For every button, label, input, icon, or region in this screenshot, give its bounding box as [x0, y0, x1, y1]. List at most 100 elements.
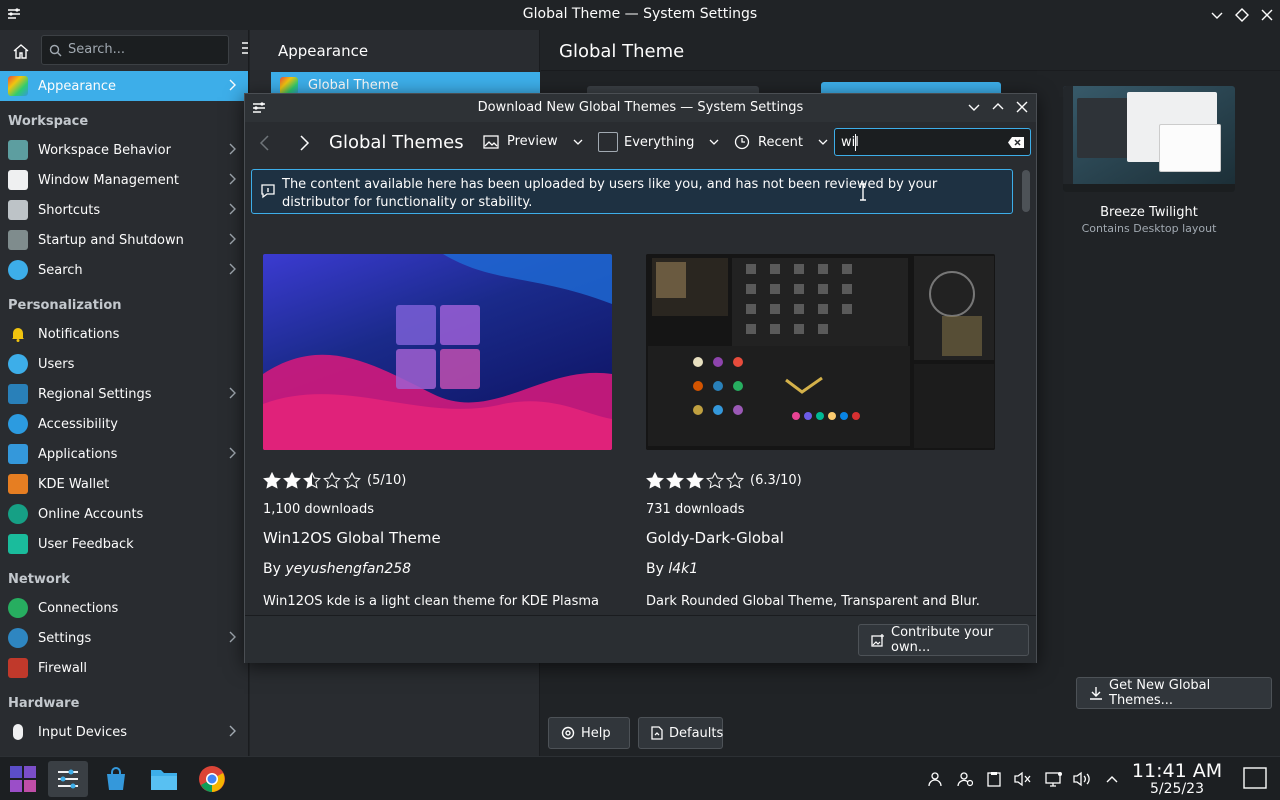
sidebar-search-input[interactable]: Search...	[41, 35, 229, 65]
by-prefix: By	[646, 561, 664, 577]
star-empty-icon	[706, 472, 724, 489]
rating-win12os: (5/10)	[263, 472, 406, 489]
contribute-label: Contribute your own...	[891, 625, 994, 655]
star-empty-icon	[343, 472, 361, 489]
chevron-right-icon	[229, 173, 236, 185]
sidebar-item-users[interactable]: Users	[0, 349, 248, 379]
sidebar-item-appearance[interactable]: Appearance	[0, 71, 248, 101]
volume-icon[interactable]	[1073, 769, 1093, 789]
author-name: yeyushengfan258	[285, 561, 412, 577]
sidebar-item-notifications[interactable]: Notifications	[0, 319, 248, 349]
dialog-minimize-button[interactable]	[967, 100, 981, 118]
section-workspace: Workspace	[8, 114, 89, 129]
clock-time[interactable]: 11:41 AM	[1126, 760, 1228, 782]
sidebar-item-label: User Feedback	[38, 536, 134, 552]
firewall-icon	[8, 658, 28, 678]
dialog-close-button[interactable]	[1015, 100, 1029, 118]
sidebar-item-kde-wallet[interactable]: KDE Wallet	[0, 469, 248, 499]
search-placeholder: Search...	[68, 42, 126, 57]
text-cursor	[855, 134, 856, 151]
theme-thumbnail-breeze-twilight[interactable]	[1063, 86, 1235, 192]
dialog-maximize-button[interactable]	[991, 100, 1005, 118]
chevron-right-icon	[229, 263, 236, 275]
user-icon[interactable]	[925, 769, 945, 789]
mouse-icon	[8, 722, 28, 742]
clock-date[interactable]: 5/25/23	[1126, 781, 1228, 797]
view-mode-label: Preview	[507, 134, 558, 149]
download-icon	[1089, 686, 1103, 700]
by-prefix: By	[263, 561, 281, 577]
show-desktop-button[interactable]	[1242, 765, 1268, 791]
user-status-icon[interactable]	[955, 769, 975, 789]
sidebar-item-applications[interactable]: Applications	[0, 439, 248, 469]
maximize-button[interactable]	[1231, 4, 1253, 26]
sidebar-item-accessibility[interactable]: Accessibility	[0, 409, 248, 439]
sidebar-item-search[interactable]: Search	[0, 255, 248, 285]
sidebar-item-label: Applications	[38, 446, 118, 462]
minimize-button[interactable]	[1206, 4, 1228, 26]
sidebar-item-firewall[interactable]: Firewall	[0, 653, 248, 683]
clipboard-icon[interactable]	[984, 769, 1004, 789]
workspace-behavior-icon	[8, 140, 28, 160]
sidebar-item-label: Settings	[38, 630, 92, 646]
sidebar-item-regional-settings[interactable]: Regional Settings	[0, 379, 248, 409]
item-author: By l4k1	[646, 561, 698, 577]
get-new-themes-label: Get New Global Themes...	[1109, 678, 1211, 708]
audio-muted-icon[interactable]	[1013, 769, 1033, 789]
dialog-search-input[interactable]: wil	[834, 128, 1031, 156]
help-button[interactable]: Help	[548, 717, 630, 749]
hamburger-menu-button[interactable]	[240, 39, 248, 63]
item-preview-win12os[interactable]	[263, 254, 612, 450]
bell-icon	[8, 324, 28, 344]
sidebar-item-label: Window Management	[38, 172, 180, 188]
chevron-down-icon	[709, 139, 719, 145]
view-mode-dropdown[interactable]: Preview	[483, 134, 584, 149]
upload-image-icon	[871, 633, 885, 647]
appearance-icon	[8, 76, 28, 96]
app-launcher-button[interactable]	[3, 761, 43, 797]
search-icon	[49, 44, 62, 57]
contribute-button[interactable]: Contribute your own...	[858, 624, 1029, 656]
taskbar-discover[interactable]	[96, 761, 136, 797]
star-full-icon	[666, 472, 684, 489]
sidebar-item-workspace-behavior[interactable]: Workspace Behavior	[0, 135, 248, 165]
defaults-button[interactable]: Defaults	[638, 717, 723, 749]
chevron-right-icon	[229, 387, 236, 399]
sidebar-item-network-settings[interactable]: Settings	[0, 623, 248, 653]
taskbar-chrome[interactable]	[192, 761, 232, 797]
scrollbar[interactable]	[1022, 170, 1030, 212]
sidebar-item-window-management[interactable]: Window Management	[0, 165, 248, 195]
launcher-icon	[10, 766, 36, 792]
folder-icon	[151, 770, 177, 790]
network-icon[interactable]	[1044, 769, 1064, 789]
section-personalization: Personalization	[8, 298, 122, 313]
sidebar-item-startup-shutdown[interactable]: Startup and Shutdown	[0, 225, 248, 255]
feedback-icon	[8, 534, 28, 554]
home-button[interactable]	[8, 38, 34, 64]
sidebar-item-connections[interactable]: Connections	[0, 593, 248, 623]
sidebar-item-label: Connections	[38, 600, 119, 616]
sidebar-item-user-feedback[interactable]: User Feedback	[0, 529, 248, 559]
sidebar-item-shortcuts[interactable]: Shortcuts	[0, 195, 248, 225]
get-new-themes-button[interactable]: Get New Global Themes...	[1076, 677, 1272, 709]
chevron-right-icon	[300, 135, 310, 151]
forward-button[interactable]	[297, 134, 311, 156]
item-name[interactable]: Goldy-Dark-Global	[646, 529, 784, 547]
chevron-down-icon	[818, 139, 828, 145]
taskbar-files[interactable]	[144, 761, 184, 797]
sort-dropdown[interactable]: Recent	[734, 134, 829, 150]
back-button[interactable]	[258, 134, 272, 156]
downloads-count: 731 downloads	[646, 502, 745, 517]
tray-expand-icon[interactable]	[1102, 769, 1122, 789]
sidebar-item-online-accounts[interactable]: Online Accounts	[0, 499, 248, 529]
item-name[interactable]: Win12OS Global Theme	[263, 529, 441, 547]
sidebar-item-label: Startup and Shutdown	[38, 232, 184, 248]
sidebar-item-input-devices[interactable]: Input Devices	[0, 717, 248, 747]
filter-dropdown[interactable]: Everything	[598, 132, 720, 152]
item-author: By yeyushengfan258	[263, 561, 411, 577]
taskbar-system-settings[interactable]	[48, 761, 88, 797]
sidebar-item-label: Input Devices	[38, 724, 128, 740]
close-button[interactable]	[1256, 4, 1278, 26]
item-preview-goldy-dark[interactable]	[646, 254, 995, 450]
chevron-right-icon	[229, 631, 236, 643]
